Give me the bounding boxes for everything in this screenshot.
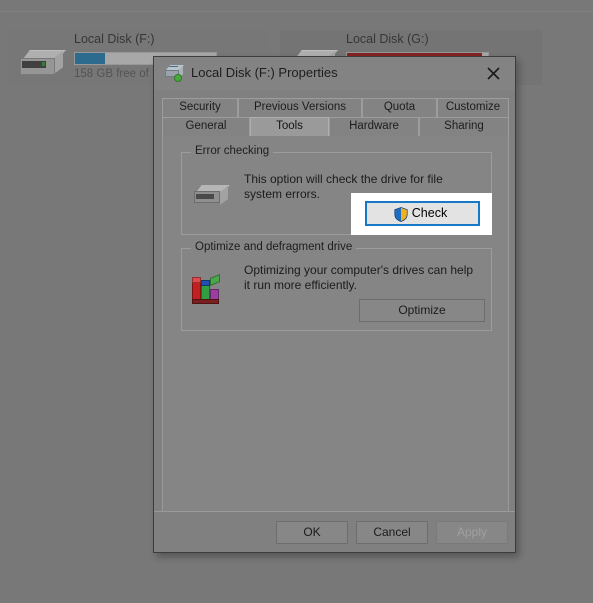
optimize-group: Optimize and defragment drive Optimizing… <box>181 241 492 331</box>
properties-dialog: Local Disk (F:) Properties Security Prev… <box>153 56 516 553</box>
drive-label-g: Local Disk (G:) <box>346 32 429 46</box>
close-icon[interactable] <box>471 57 515 88</box>
tab-previous-versions[interactable]: Previous Versions <box>238 98 362 117</box>
dialog-titlebar[interactable]: Local Disk (F:) Properties <box>154 57 515 90</box>
dialog-footer: OK Cancel Apply <box>154 511 515 552</box>
optimize-button[interactable]: Optimize <box>359 299 485 322</box>
tab-hardware[interactable]: Hardware <box>329 117 419 136</box>
tab-tools[interactable]: Tools <box>250 117 329 137</box>
hard-drive-icon <box>20 50 66 76</box>
tab-row-bottom: General Tools Hardware Sharing <box>162 117 509 137</box>
dialog-title: Local Disk (F:) Properties <box>191 65 338 80</box>
error-checking-title: Error checking <box>191 145 274 157</box>
defragment-icon <box>192 273 224 305</box>
cancel-button[interactable]: Cancel <box>356 521 428 544</box>
drive-label-f: Local Disk (F:) <box>74 32 155 46</box>
check-button-label: Check <box>411 206 448 220</box>
tab-security[interactable]: Security <box>162 98 238 117</box>
optimize-description: Optimizing your computer's drives can he… <box>244 263 474 292</box>
check-button[interactable]: Check <box>365 201 480 226</box>
check-button-highlight: Check <box>351 193 492 235</box>
optimize-title: Optimize and defragment drive <box>191 241 357 253</box>
ok-button[interactable]: OK <box>276 521 348 544</box>
hard-drive-check-icon <box>165 65 185 82</box>
tab-row-top: Security Previous Versions Quota Customi… <box>162 98 509 117</box>
tab-sharing[interactable]: Sharing <box>419 117 509 136</box>
tab-general[interactable]: General <box>162 117 250 136</box>
tab-customize[interactable]: Customize <box>437 98 509 117</box>
apply-button: Apply <box>436 521 508 544</box>
screen: Local Disk (F:) 158 GB free of 19 Local … <box>0 0 593 603</box>
drive-icon <box>194 185 232 207</box>
tab-quota[interactable]: Quota <box>362 98 437 117</box>
drive-free-text-f: 158 GB free of 19 <box>74 68 165 80</box>
